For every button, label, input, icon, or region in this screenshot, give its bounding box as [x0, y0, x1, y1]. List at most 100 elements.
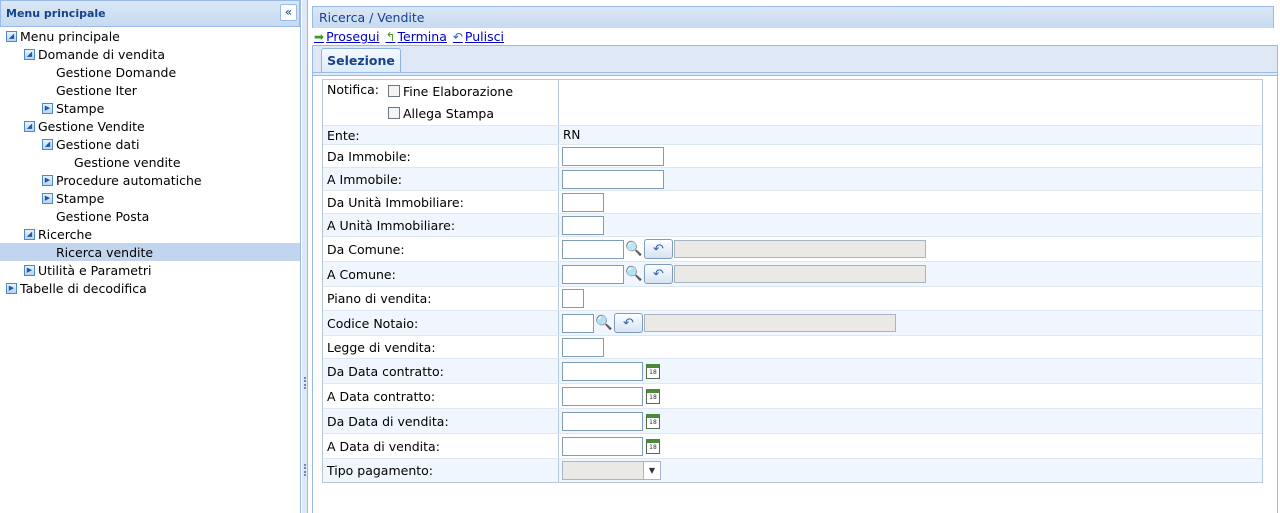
menu-item-label: Procedure automatiche: [56, 172, 202, 188]
termina-label: Termina: [397, 29, 447, 44]
expanded-folder-icon[interactable]: ◢: [24, 120, 35, 132]
search-icon[interactable]: 🔍: [624, 265, 644, 284]
menu-item[interactable]: Gestione Posta: [0, 207, 300, 225]
calendar-icon[interactable]: 18: [645, 437, 661, 456]
reset-icon[interactable]: ↶: [644, 264, 673, 284]
form-row-a-data-contratto: A Data contratto: 18: [323, 384, 1262, 409]
menu-item-label: Gestione vendite: [74, 154, 181, 170]
da-immobile-input[interactable]: [562, 146, 664, 166]
pulisci-button[interactable]: ↶ Pulisci: [453, 29, 504, 44]
menu-item[interactable]: ▶ Procedure automatiche: [0, 171, 300, 189]
ente-label: Ente:: [323, 126, 559, 144]
da-data-vendita-label: Da Data di vendita:: [323, 409, 559, 433]
menu-item-label: Tabelle di decodifica: [20, 280, 147, 296]
main-menu-panel: Menu principale « ◢ Menu principale ◢ Doman…: [0, 0, 301, 513]
ente-value: RN: [563, 128, 581, 142]
notifica-label-text: Notifica:: [327, 82, 379, 97]
da-unita-input[interactable]: [562, 192, 604, 212]
collapsed-folder-icon[interactable]: ▶: [42, 102, 53, 114]
prosegui-button[interactable]: ➡ Prosegui: [314, 29, 379, 44]
menu-item-label: Gestione Iter: [56, 82, 137, 98]
calendar-icon[interactable]: 18: [645, 387, 661, 406]
calendar-glyph: 18: [646, 388, 660, 404]
menu-header: Menu principale: [0, 0, 300, 27]
tab-selezione[interactable]: Selezione: [321, 48, 401, 72]
splitter-grip: [304, 377, 306, 389]
menu-item-label: Gestione Posta: [56, 208, 150, 224]
menu-item[interactable]: ◢ Menu principale: [0, 27, 300, 45]
calendar-icon[interactable]: 18: [645, 362, 661, 381]
form-row-ente: Ente: RN: [323, 126, 1262, 145]
codice-notaio-description: [644, 314, 896, 332]
expanded-folder-icon[interactable]: ◢: [24, 228, 35, 240]
menu-item[interactable]: ◢ Domande di vendita: [0, 45, 300, 63]
allega-stampa-option[interactable]: Allega Stampa: [388, 106, 513, 121]
menu-item[interactable]: ▶ Stampe: [0, 189, 300, 207]
reset-icon[interactable]: ↶: [644, 239, 673, 259]
panel-splitter[interactable]: [302, 0, 308, 513]
a-data-vendita-input[interactable]: [562, 436, 643, 456]
collapse-menu-button[interactable]: «: [280, 4, 297, 21]
expanded-folder-icon[interactable]: ◢: [42, 138, 53, 150]
menu-item[interactable]: ◢ Gestione Vendite: [0, 117, 300, 135]
menu-item-label: Utilità e Parametri: [38, 262, 152, 278]
menu-item[interactable]: ▶ Utilità e Parametri: [0, 261, 300, 279]
reset-icon[interactable]: ↶: [614, 313, 643, 333]
selection-form: Notifica: Fine Elaborazione Allega Stamp…: [322, 79, 1263, 483]
piano-vendita-input[interactable]: [562, 289, 584, 308]
calendar-icon[interactable]: 18: [645, 412, 661, 431]
form-row-a-comune: A Comune: 🔍 ↶: [323, 262, 1262, 287]
form-row-tipo-pagamento: Tipo pagamento: ▼: [323, 459, 1262, 482]
menu-item[interactable]: ▶ Stampe: [0, 99, 300, 117]
notifica-label: Notifica: Fine Elaborazione Allega Stamp…: [323, 80, 559, 125]
tipo-pagamento-label: Tipo pagamento:: [323, 459, 559, 482]
expanded-folder-icon[interactable]: ◢: [24, 48, 35, 60]
return-arrow-icon: ↰: [385, 29, 396, 44]
menu-item[interactable]: Gestione Iter: [0, 81, 300, 99]
chevron-down-icon[interactable]: ▼: [643, 462, 660, 479]
form-row-codice-notaio: Codice Notaio: 🔍 ↶: [323, 311, 1262, 336]
collapsed-folder-icon[interactable]: ▶: [6, 282, 17, 294]
menu-item-label: Menu principale: [20, 28, 120, 44]
menu-title: Menu principale: [6, 7, 106, 20]
menu-item[interactable]: ◢ Gestione dati: [0, 135, 300, 153]
pulisci-label: Pulisci: [464, 29, 504, 44]
menu-item-label: Gestione dati: [56, 136, 140, 152]
menu-item[interactable]: ◢ Ricerche: [0, 225, 300, 243]
legge-vendita-label: Legge di vendita:: [323, 336, 559, 358]
menu-item[interactable]: Gestione vendite: [0, 153, 300, 171]
collapsed-folder-icon[interactable]: ▶: [42, 192, 53, 204]
search-panel: Ricerca / Vendite ➡ Prosegui ↰ Termina ↶…: [309, 0, 1280, 513]
da-data-contratto-input[interactable]: [562, 361, 643, 381]
fine-elaborazione-checkbox[interactable]: [388, 85, 400, 97]
notifica-value: [559, 80, 1262, 125]
search-icon[interactable]: 🔍: [624, 240, 644, 259]
da-data-vendita-input[interactable]: [562, 411, 643, 431]
tipo-pagamento-select[interactable]: ▼: [562, 461, 661, 480]
a-data-contratto-input[interactable]: [562, 386, 643, 406]
fine-elaborazione-option[interactable]: Fine Elaborazione: [388, 84, 513, 106]
da-comune-input[interactable]: [562, 239, 624, 259]
menu-item[interactable]: ▶ Tabelle di decodifica: [0, 279, 300, 297]
menu-item-label: Ricerca vendite: [56, 244, 154, 260]
legge-vendita-input[interactable]: [562, 337, 604, 357]
menu-item[interactable]: Ricerca vendite: [0, 243, 300, 261]
a-unita-label: A Unità Immobiliare:: [323, 214, 559, 236]
a-comune-label: A Comune:: [323, 262, 559, 286]
da-immobile-label: Da Immobile:: [323, 145, 559, 167]
da-unita-label: Da Unità Immobiliare:: [323, 191, 559, 213]
menu-item-label: Stampe: [56, 100, 105, 116]
form-row-da-unita: Da Unità Immobiliare:: [323, 191, 1262, 214]
codice-notaio-input[interactable]: [562, 313, 594, 333]
a-comune-input[interactable]: [562, 264, 624, 284]
form-row-notifica: Notifica: Fine Elaborazione Allega Stamp…: [323, 80, 1262, 126]
expanded-folder-icon[interactable]: ◢: [6, 30, 17, 42]
termina-button[interactable]: ↰ Termina: [385, 29, 446, 44]
a-unita-input[interactable]: [562, 215, 604, 235]
collapsed-folder-icon[interactable]: ▶: [42, 174, 53, 186]
a-immobile-input[interactable]: [562, 169, 664, 189]
menu-item[interactable]: Gestione Domande: [0, 63, 300, 81]
allega-stampa-checkbox[interactable]: [388, 107, 400, 119]
collapsed-folder-icon[interactable]: ▶: [24, 264, 35, 276]
search-icon[interactable]: 🔍: [594, 314, 614, 333]
